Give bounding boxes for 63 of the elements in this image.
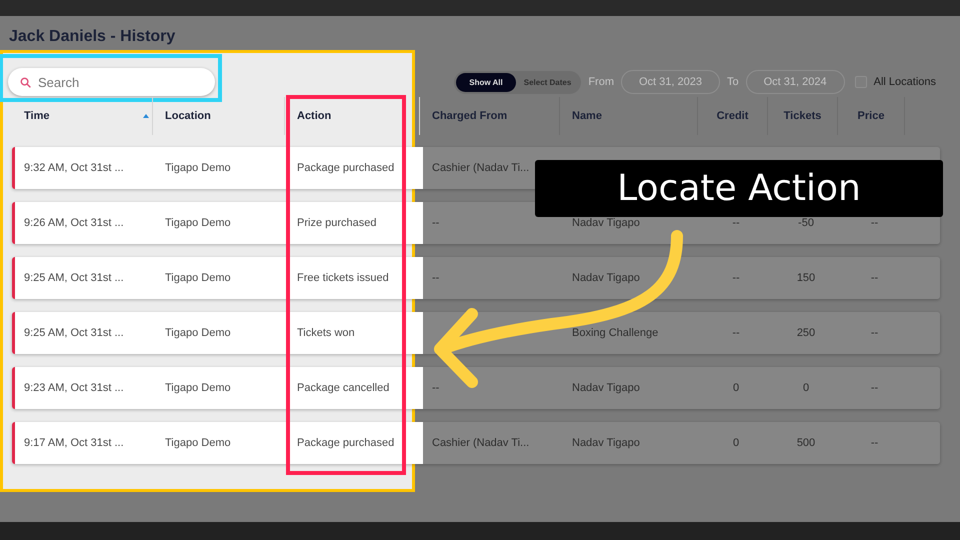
table-cell: Boxing Challenge — [572, 327, 658, 339]
table-cell: -- — [870, 272, 878, 284]
table-row[interactable]: 9:23 AM, Oct 31st ... Tigapo Demo Package cancelled -- Nadav Tigapo 0 0 -- — [12, 367, 940, 409]
table-cell: Package cancelled — [297, 382, 390, 394]
table-cell: 9:25 AM, Oct 31st ... — [24, 327, 124, 339]
table-cell: -- — [870, 217, 878, 229]
table-cell: Nadav Tigapo — [572, 272, 640, 284]
column-header[interactable]: Tickets — [768, 97, 838, 135]
table-cell: -- — [432, 382, 440, 394]
table-cell: Cashier (Nadav Ti... — [432, 437, 530, 449]
table-cell: Tigapo Demo — [165, 327, 231, 339]
checkbox-label: All Locations — [874, 76, 936, 88]
table-cell: Tigapo Demo — [165, 437, 231, 449]
table-cell: Cashier (Nadav Ti... — [432, 162, 530, 174]
table-cell: -- — [870, 437, 878, 449]
column-header[interactable]: Price — [838, 97, 905, 135]
table-cell: Nadav Tigapo — [572, 217, 640, 229]
search-icon — [20, 77, 31, 88]
column-header[interactable]: Time — [12, 97, 153, 135]
table-cell: Tigapo Demo — [165, 382, 231, 394]
table-cell: Package purchased — [297, 162, 394, 174]
callout-label: Locate Action — [535, 160, 943, 217]
column-header[interactable]: Credit — [698, 97, 768, 135]
table-cell: 0 — [732, 382, 740, 394]
table-cell: 150 — [796, 272, 816, 284]
table-cell: -- — [870, 382, 878, 394]
table-row[interactable]: 9:25 AM, Oct 31st ... Tigapo Demo Tickets won Boxing Challenge -- 250 -- — [12, 312, 940, 354]
table-row[interactable]: 9:25 AM, Oct 31st ... Tigapo Demo Free tickets issued -- Nadav Tigapo -- 150 -- — [12, 257, 940, 299]
column-header[interactable]: Action — [285, 97, 420, 135]
from-label: From — [588, 76, 614, 88]
table-cell: 9:32 AM, Oct 31st ... — [24, 162, 124, 174]
table-cell: 9:26 AM, Oct 31st ... — [24, 217, 124, 229]
table-cell: Package purchased — [297, 437, 394, 449]
table-cell: 9:17 AM, Oct 31st ... — [24, 437, 124, 449]
table-cell: 9:23 AM, Oct 31st ... — [24, 382, 124, 394]
table-cell: Tigapo Demo — [165, 217, 231, 229]
table-cell: 0 — [732, 437, 740, 449]
table-cell: Nadav Tigapo — [572, 437, 640, 449]
table-cell: 9:25 AM, Oct 31st ... — [24, 272, 124, 284]
table-cell: -- — [732, 272, 740, 284]
table-cell: 250 — [796, 327, 816, 339]
table-cell: 500 — [796, 437, 816, 449]
table-cell: Nadav Tigapo — [572, 382, 640, 394]
table-cell: Tigapo Demo — [165, 272, 231, 284]
table-row[interactable]: 9:17 AM, Oct 31st ... Tigapo Demo Package purchased Cashier (Nadav Ti... Nadav Tigapo 0 500 -- — [12, 422, 940, 464]
table-cell: Tickets won — [297, 327, 355, 339]
table-cell: 0 — [802, 382, 810, 394]
table-cell: -- — [432, 272, 440, 284]
table-cell: -- — [432, 217, 440, 229]
column-header[interactable]: Name — [560, 97, 698, 135]
table-cell: Prize purchased — [297, 217, 376, 229]
column-header[interactable]: Location — [153, 97, 285, 135]
table-cell: -- — [732, 217, 740, 229]
table-cell: Tigapo Demo — [165, 162, 231, 174]
table-cell: -50 — [798, 217, 814, 229]
column-header[interactable]: Charged From — [420, 97, 560, 135]
dialog-title: Jack Daniels - History — [9, 27, 176, 47]
search-field[interactable]: Search — [8, 68, 215, 96]
table-cell: Free tickets issued — [297, 272, 389, 284]
toggle-option[interactable]: Show All — [456, 72, 516, 92]
table-cell: -- — [732, 327, 740, 339]
table-cell: -- — [870, 327, 878, 339]
to-label: To — [727, 76, 739, 88]
